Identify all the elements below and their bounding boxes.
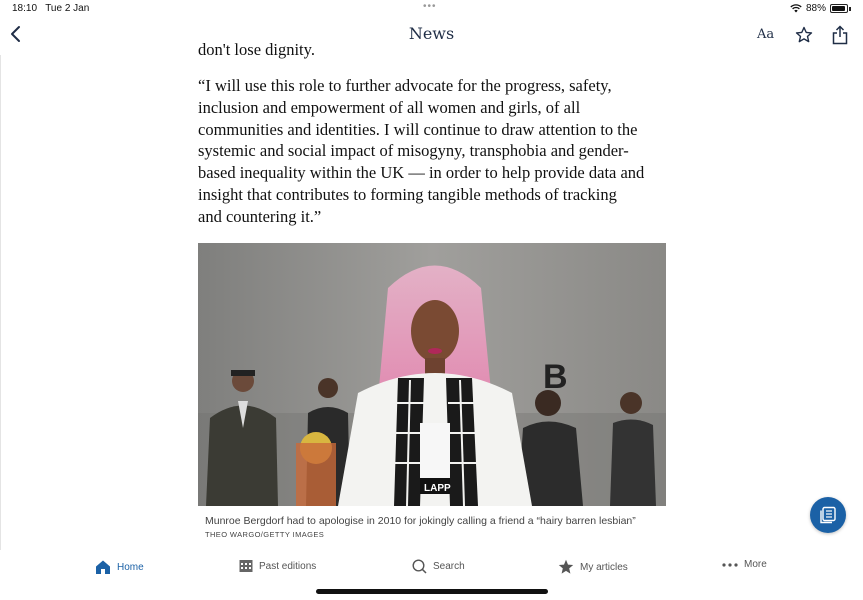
- tab-more[interactable]: More: [722, 559, 767, 570]
- text-size-button[interactable]: Aa: [757, 27, 774, 42]
- tab-past-editions[interactable]: Past editions: [239, 559, 316, 573]
- page-edge-divider: [0, 55, 1, 550]
- quote-line: based inequality within the UK — in orde…: [198, 163, 645, 183]
- photo-illustration: B LAPP: [198, 243, 666, 506]
- bookmark-star-icon[interactable]: [795, 26, 813, 44]
- tab-search-label: Search: [433, 561, 465, 572]
- status-bar: 18:10 Tue 2 Jan ••• 88%: [0, 0, 863, 18]
- tab-home[interactable]: Home: [95, 559, 144, 575]
- quote-line: insight that contributes to forming tang…: [198, 184, 617, 204]
- tab-my-articles[interactable]: My articles: [558, 559, 628, 575]
- article-list-button[interactable]: [810, 497, 846, 533]
- wifi-icon: [790, 4, 802, 13]
- share-icon[interactable]: [832, 25, 848, 45]
- jacket-text: LAPP: [424, 483, 451, 494]
- photo-credit: THEO WARGO/GETTY IMAGES: [205, 530, 325, 539]
- article-list-icon: [820, 506, 836, 524]
- tab-home-label: Home: [117, 561, 144, 573]
- quote-line: communities and identities. I will conti…: [198, 119, 638, 139]
- calendar-icon: [239, 560, 253, 572]
- status-indicators: 88%: [790, 3, 851, 14]
- search-icon: [412, 559, 427, 574]
- home-indicator[interactable]: [316, 589, 548, 594]
- status-time-date: 18:10 Tue 2 Jan: [12, 3, 90, 14]
- quote-line: “I will use this role to further advocat…: [198, 76, 612, 95]
- page-title: News: [408, 24, 455, 43]
- top-navigation-bar: News Aa: [0, 18, 863, 52]
- star-filled-icon: [558, 559, 574, 574]
- tab-more-label: More: [744, 559, 767, 570]
- home-icon: [96, 560, 110, 574]
- article-photo[interactable]: B LAPP: [198, 243, 666, 506]
- battery-icon: [830, 4, 848, 13]
- multitasking-dots-icon[interactable]: •••: [423, 1, 437, 12]
- photo-caption: Munroe Bergdorf had to apologise in 2010…: [205, 515, 636, 527]
- tab-my-articles-label: My articles: [580, 561, 628, 573]
- quote-line: systemic and social impact of misogyny, …: [198, 141, 629, 161]
- article-quote: “I will use this role to further advocat…: [198, 75, 668, 228]
- more-dots-icon: [722, 562, 738, 567]
- tab-past-editions-label: Past editions: [259, 560, 317, 572]
- tab-search[interactable]: Search: [412, 559, 465, 574]
- battery-percent: 88%: [805, 3, 826, 14]
- quote-line: inclusion and empowerment of all women a…: [198, 97, 581, 117]
- quote-line: and countering it.”: [198, 206, 322, 226]
